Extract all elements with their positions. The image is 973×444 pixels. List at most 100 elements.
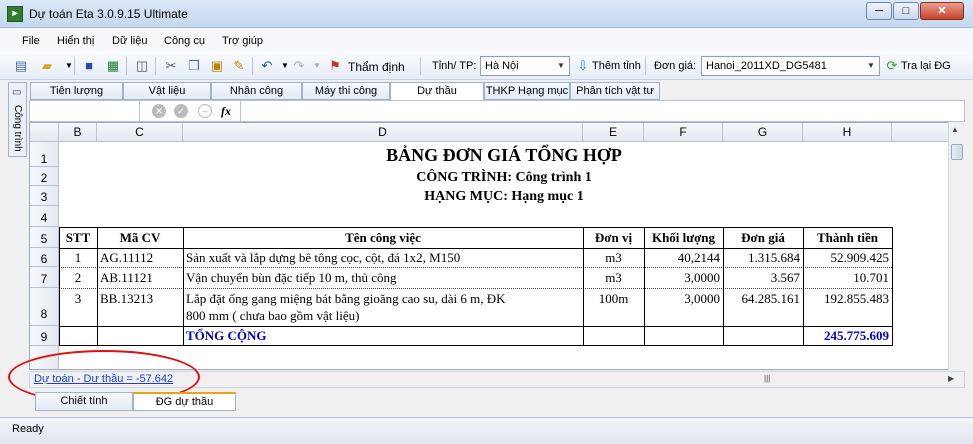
cell-don-gia: 64.285.161 — [741, 291, 801, 306]
menu-tools[interactable]: Công cụ — [164, 35, 205, 47]
vertical-scrollbar[interactable]: ▲ — [948, 122, 965, 370]
row-header[interactable]: 8 — [30, 288, 59, 326]
province-select[interactable]: Hà Nội ▼ — [480, 56, 570, 76]
total-label: TỔNG CỘNG — [186, 328, 267, 343]
toolbar-separator — [252, 57, 253, 75]
minimize-button[interactable]: ─ — [866, 2, 892, 20]
column-header[interactable]: D — [183, 123, 583, 142]
unit-price-select[interactable]: Hanoi_2011XD_DG5481 ▼ — [701, 56, 880, 76]
select-all-corner[interactable] — [30, 123, 59, 142]
redo-icon[interactable]: ↷ — [290, 57, 308, 75]
toolbar-separator — [645, 57, 646, 75]
menu-data[interactable]: Dữ liệu — [112, 35, 148, 47]
new-file-icon[interactable]: ▤ — [12, 57, 30, 75]
formula-bar: ✕ ✓ – fx — [29, 100, 965, 122]
header-cell: Đơn vị — [594, 230, 633, 245]
vertical-scroll-thumb[interactable] — [951, 144, 963, 160]
toolbar-separator — [420, 57, 421, 75]
tab-may-thi-cong[interactable]: Máy thi công — [302, 82, 390, 100]
column-header[interactable]: B — [59, 123, 97, 142]
cell-stt: 2 — [74, 270, 82, 285]
province-value: Hà Nội — [485, 60, 519, 72]
row-header[interactable]: 3 — [30, 186, 59, 206]
unit-price-value: Hanoi_2011XD_DG5481 — [706, 60, 827, 72]
header-cell: Mã CV — [119, 230, 161, 245]
toolbar: ▤ ▰ ▼ ■ ▦ ◫ ✂ ❐ ▣ ✎ ↶ ▼ ↷ ▼ ⚑ Thẩm định … — [0, 52, 973, 80]
chevron-down-icon: ▼ — [867, 61, 875, 70]
tab-tien-luong[interactable]: Tiên lượng — [30, 82, 123, 100]
row-header[interactable]: 6 — [30, 248, 59, 267]
tab-phan-tich-vat-tu[interactable]: Phân tích vật tư — [570, 82, 660, 100]
cell-ten-cong-viec: Vận chuyển bùn đặc tiếp 10 m, thủ công — [186, 270, 397, 285]
cell-ma-cv: BB.13213 — [100, 291, 154, 306]
status-text: Ready — [12, 423, 44, 435]
excel-icon[interactable]: ▦ — [104, 57, 122, 75]
row-header[interactable]: 2 — [30, 167, 59, 186]
scroll-thumb-grip-icon[interactable]: ||| — [764, 374, 770, 383]
menu-file[interactable]: File — [22, 35, 40, 47]
side-tab-cong-trinh[interactable]: ▭ Công trình — [8, 82, 27, 157]
tab-nhan-cong[interactable]: Nhân công — [211, 82, 302, 100]
copy-icon[interactable]: ❐ — [185, 57, 203, 75]
row-header[interactable]: 9 — [30, 326, 59, 346]
scroll-up-icon[interactable]: ▲ — [951, 125, 959, 134]
tab-thkp-hang-muc[interactable]: THKP Hạng mục — [484, 82, 570, 100]
fx-icon: fx — [221, 104, 231, 118]
confirm-icon[interactable]: ✓ — [174, 104, 188, 118]
paste-icon[interactable]: ▣ — [208, 57, 226, 75]
menu-help[interactable]: Trợ giúp — [222, 35, 263, 47]
cell-ten-cong-viec: Sản xuất và lắp dựng bê tông cọc, cột, đ… — [186, 250, 461, 265]
header-cell: Đơn giá — [741, 230, 785, 245]
menu-bar: File Hiển thị Dữ liệu Công cụ Trợ giúp — [0, 28, 973, 52]
toolbar-separator — [74, 57, 75, 75]
appraise-icon[interactable]: ⚑ — [326, 57, 344, 75]
add-province-icon[interactable]: ⇩ — [574, 57, 592, 75]
cell-ma-cv: AB.11121 — [100, 270, 153, 285]
column-header[interactable]: C — [97, 123, 183, 142]
chevron-down-icon[interactable]: ▼ — [60, 57, 78, 75]
column-header[interactable]: H — [803, 123, 892, 142]
column-header[interactable]: G — [723, 123, 803, 142]
reapply-unit-price-button[interactable]: Tra lại ĐG — [901, 60, 951, 72]
column-header[interactable]: F — [644, 123, 723, 142]
row-header[interactable]: 7 — [30, 267, 59, 288]
header-cell: Khối lượng — [651, 230, 716, 245]
tab-du-thau[interactable]: Dự thầu — [390, 82, 484, 101]
row-header[interactable]: 1 — [30, 142, 59, 167]
refresh-icon[interactable]: ⟳ — [883, 57, 901, 75]
save-icon[interactable]: ■ — [80, 57, 98, 75]
cut-icon[interactable]: ✂ — [162, 57, 180, 75]
add-province-button[interactable]: Thêm tỉnh — [592, 60, 641, 72]
spreadsheet-grid[interactable]: B C D E F G H 1 2 3 4 5 6 7 8 9 BẢNG ĐƠN… — [29, 122, 965, 370]
toolbar-separator — [126, 57, 127, 75]
sheet-title: BẢNG ĐƠN GIÁ TỔNG HỢP — [386, 145, 622, 165]
scroll-right-icon[interactable]: ▶ — [948, 374, 954, 383]
tab-chiet-tinh[interactable]: Chiết tính — [35, 392, 133, 411]
undo-icon[interactable]: ↶ — [258, 57, 276, 75]
cell-ten-cong-viec: Lắp đặt ống gang miệng bát bằng gioăng c… — [186, 291, 506, 306]
tab-vat-lieu[interactable]: Vật liệu — [123, 82, 211, 100]
chevron-down-icon[interactable]: ▼ — [308, 57, 326, 75]
maximize-button[interactable]: □ — [893, 2, 919, 20]
cell-khoi-luong: 3,0000 — [684, 291, 720, 306]
name-box[interactable] — [30, 101, 140, 121]
function-wizard-icon[interactable]: – — [198, 104, 212, 118]
row-header[interactable]: 4 — [30, 206, 59, 227]
column-header-empty — [892, 123, 949, 142]
print-preview-icon[interactable]: ◫ — [133, 57, 151, 75]
total-value: 245.775.609 — [824, 328, 889, 343]
status-bar: Ready — [0, 417, 973, 444]
row-header[interactable]: 5 — [30, 227, 59, 248]
tham-dinh-button[interactable]: Thẩm định — [348, 60, 405, 74]
cell-don-vi: 100m — [598, 291, 629, 306]
format-painter-icon[interactable]: ✎ — [230, 57, 248, 75]
open-folder-icon[interactable]: ▰ — [38, 57, 56, 75]
close-button[interactable]: ✕ — [920, 2, 964, 20]
menu-view[interactable]: Hiển thị — [57, 35, 94, 47]
cell-don-gia: 3.567 — [770, 270, 800, 285]
cell-don-vi: m3 — [605, 270, 622, 285]
column-header[interactable]: E — [583, 123, 644, 142]
cancel-icon[interactable]: ✕ — [152, 104, 166, 118]
tab-dg-du-thau[interactable]: ĐG dự thầu — [133, 392, 236, 411]
formula-input[interactable] — [240, 101, 965, 121]
